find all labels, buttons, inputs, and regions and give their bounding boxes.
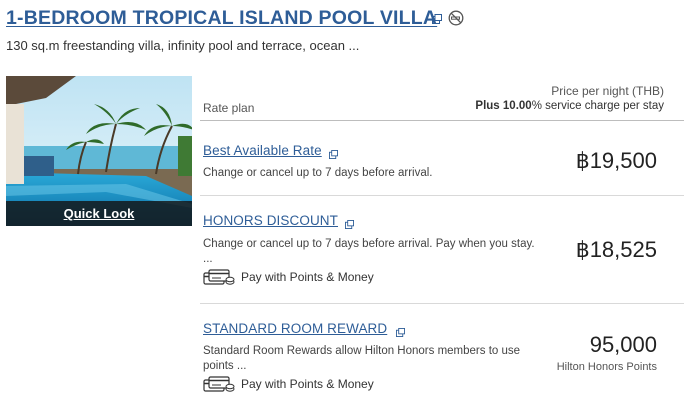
rate-description-line: Change or cancel up to 7 days before arr… (203, 238, 535, 250)
service-charge-note: Plus 10.00% service charge per stay (475, 100, 664, 112)
rate-price: ฿18,525 (575, 237, 657, 262)
rate-description: Standard Room Rewards allow Hilton Honor… (203, 344, 548, 374)
external-link-icon[interactable] (329, 146, 338, 164)
rate-divider (200, 303, 684, 304)
pay-with-points-money-option[interactable]: Pay with Points & Money (203, 267, 374, 287)
pay-with-points-money-option[interactable]: Pay with Points & Money (203, 374, 374, 394)
rate-description-line: Standard Room Rewards allow Hilton Honor… (203, 345, 521, 357)
quick-look-bar: Quick Look (6, 201, 192, 226)
room-photo[interactable]: Quick Look (6, 76, 192, 226)
points-unit-label: Hilton Honors Points (556, 361, 657, 373)
rate-link-standard-room-reward[interactable]: STANDARD ROOM REWARD (203, 321, 387, 336)
rate-link-best-available[interactable]: Best Available Rate (203, 143, 322, 158)
service-charge-prefix: Plus 10.00 (475, 100, 532, 112)
pay-with-points-money-label[interactable]: Pay with Points & Money (241, 377, 374, 391)
price-per-night-header: Price per night (THB) (551, 84, 664, 98)
quick-look-link[interactable]: Quick Look (64, 206, 135, 221)
rate-link-honors-discount[interactable]: HONORS DISCOUNT (203, 213, 338, 228)
external-link-icon[interactable] (432, 11, 442, 29)
rate-plan-header: Rate plan (203, 101, 255, 115)
rate-price-points: 95,000 (589, 332, 657, 357)
pay-with-points-money-label[interactable]: Pay with Points & Money (241, 270, 374, 284)
external-link-icon[interactable] (396, 324, 405, 342)
points-money-icon (203, 376, 235, 392)
rate-description: Change or cancel up to 7 days before arr… (203, 167, 433, 179)
room-title-link[interactable]: 1-BEDROOM TROPICAL ISLAND POOL VILLA (6, 7, 437, 30)
rate-description: Change or cancel up to 7 days before arr… (203, 237, 563, 267)
rate-description-more: points ... (203, 360, 247, 372)
rate-divider (200, 195, 684, 196)
service-charge-suffix: % service charge per stay (531, 100, 664, 112)
rate-description-more: ... (203, 253, 213, 265)
rate-price: ฿19,500 (575, 148, 657, 173)
external-link-icon[interactable] (345, 216, 354, 234)
points-money-icon (203, 269, 235, 285)
room-description: 130 sq.m freestanding villa, infinity po… (6, 38, 360, 53)
no-smoking-icon (448, 10, 464, 31)
header-divider (200, 120, 684, 121)
